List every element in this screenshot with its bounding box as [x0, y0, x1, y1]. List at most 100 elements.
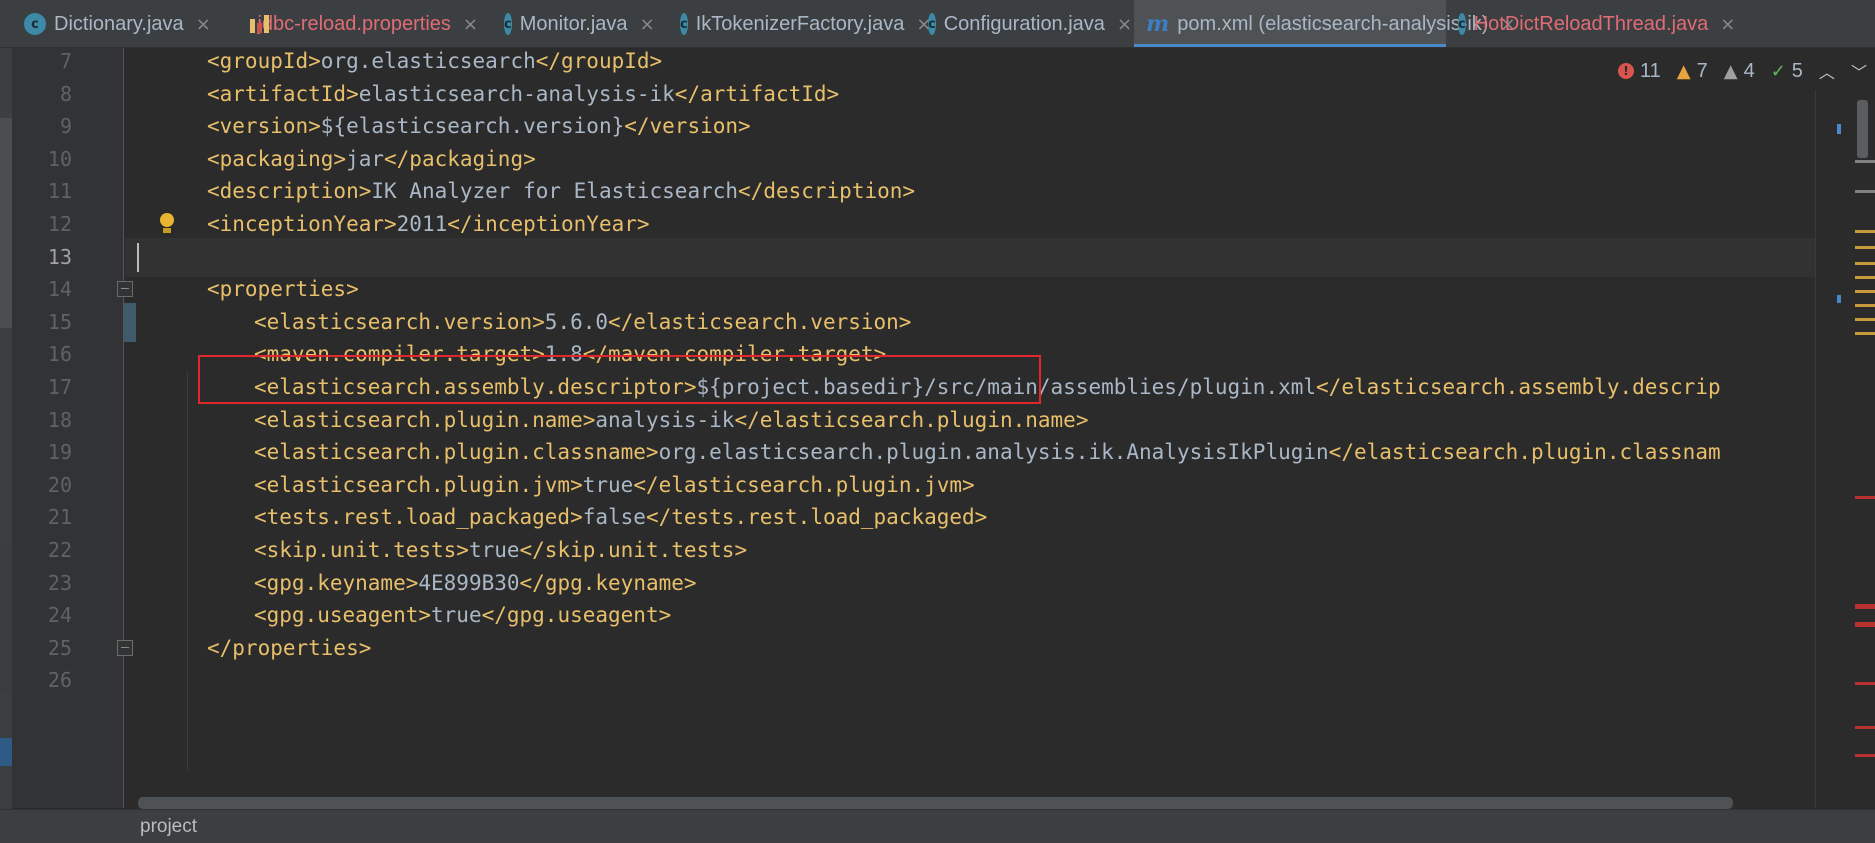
error-icon: !: [1618, 63, 1634, 79]
tab-label: jdbc-reload.properties: [257, 12, 451, 35]
text-caret: [137, 242, 139, 272]
breadcrumb-item-project[interactable]: project: [140, 816, 197, 837]
stripe-mark-warning: [1855, 318, 1875, 321]
xml-text: 4E899B30: [418, 570, 520, 595]
weak-warning-icon: ▲: [1723, 60, 1738, 82]
stripe-mark-warning: [1855, 262, 1875, 265]
class-icon: c: [24, 13, 46, 35]
class-icon: c: [680, 13, 688, 35]
tab-label: IkTokenizerFactory.java: [695, 12, 905, 35]
tab-2[interactable]: c Monitor.java ×: [492, 0, 668, 47]
close-icon[interactable]: ×: [1117, 14, 1132, 35]
tab-0[interactable]: c Dictionary.java ×: [12, 0, 237, 47]
tab-4[interactable]: c Configuration.java ×: [916, 0, 1134, 47]
ok-count[interactable]: ✓ 5: [1771, 60, 1803, 83]
stripe-mark-warning: [1855, 230, 1875, 233]
tab-label: Dictionary.java: [54, 12, 184, 35]
weak-warnings-count[interactable]: ▲ 4: [1724, 60, 1755, 83]
stripe-mark-warning: [1855, 276, 1875, 279]
xml-text: 5.6.0: [544, 309, 609, 334]
class-icon: c: [928, 13, 936, 35]
close-icon[interactable]: ×: [463, 14, 478, 35]
stripe-mark: [1855, 190, 1875, 193]
stripe-mark-change: [1837, 295, 1841, 303]
xml-tag: <elasticsearch.plugin.jvm>: [254, 472, 583, 497]
tool-strip-block: [0, 118, 12, 328]
code-line[interactable]: [125, 661, 1815, 700]
xml-tag: </inceptionYear>: [447, 212, 650, 236]
xml-tag: <elasticsearch.version>: [254, 309, 545, 334]
xml-tag: <gpg.keyname>: [254, 570, 419, 595]
tab-3[interactable]: c IkTokenizerFactory.java ×: [668, 0, 931, 47]
tab-1[interactable]: jdbc-reload.properties ×: [237, 0, 492, 47]
class-icon: c: [504, 13, 512, 35]
inspection-widget[interactable]: ! 11 ▲ 7 ▲ 4 ✓ 5 ︿ ﹀: [1618, 56, 1867, 86]
tab-label: Monitor.java: [519, 12, 628, 35]
tab-5[interactable]: m pom.xml (elasticsearch-analysis-ik) ×: [1134, 0, 1516, 47]
tool-strip-block: [0, 543, 12, 693]
vertical-scrollbar-thumb[interactable]: [1857, 100, 1868, 158]
xml-text: 1.8: [544, 342, 583, 367]
xml-tag: <description>: [207, 179, 372, 204]
line-number-gutter[interactable]: 7 8 9 10 11 12 13 14 15 16 17 18 19 20 21 22 23 24 25 26: [12, 48, 174, 808]
close-icon[interactable]: ×: [196, 14, 211, 35]
xml-text: true: [431, 603, 482, 628]
close-icon[interactable]: ×: [640, 14, 655, 35]
xml-tag: </maven.compiler.target>: [582, 342, 887, 367]
tabbar-spacer: [0, 0, 12, 47]
stripe-mark-error: [1855, 622, 1875, 627]
stripe-mark-warning: [1855, 332, 1875, 335]
xml-text: jar: [346, 146, 385, 171]
stripe-mark-error: [1855, 754, 1875, 757]
xml-tag: </gpg.useagent>: [481, 603, 672, 628]
properties-icon-bar: [250, 19, 255, 33]
xml-tag: </groupId>: [535, 49, 663, 73]
xml-tag: </elasticsearch.plugin.classnam: [1328, 440, 1721, 465]
xml-tag: </tests.rest.load_packaged>: [645, 505, 988, 530]
xml-tag: <packaging>: [207, 146, 347, 171]
xml-tag: <elasticsearch.assembly.descriptor>: [254, 375, 697, 399]
xml-tag: </elasticsearch.plugin.jvm>: [633, 472, 975, 497]
stripe-mark-warning: [1855, 304, 1875, 307]
stripe-mark-error: [1855, 726, 1875, 729]
xml-text: true: [582, 472, 634, 497]
xml-tag: </gpg.keyname>: [519, 570, 697, 595]
left-tool-strip: [0, 48, 12, 843]
tab-6[interactable]: c HotDictReloadThread.java ×: [1446, 0, 1735, 47]
xml-text: org.elasticsearch: [320, 49, 536, 73]
tab-label: Configuration.java: [943, 12, 1105, 35]
close-icon[interactable]: ×: [1720, 14, 1735, 35]
warnings-count-label: 7: [1696, 59, 1708, 82]
errors-count-label: 11: [1640, 59, 1661, 82]
breadcrumb[interactable]: project: [0, 809, 1875, 843]
code-editor[interactable]: <groupId>org.elasticsearch</groupId> <art…: [125, 48, 1815, 798]
chevron-down-icon[interactable]: ﹀: [1851, 59, 1867, 83]
chevron-up-icon[interactable]: ︿: [1819, 59, 1835, 83]
xml-tag: <tests.rest.load_packaged>: [254, 505, 583, 530]
xml-tag: <properties>: [207, 277, 359, 302]
warning-icon: ▲: [1676, 60, 1691, 82]
errors-count[interactable]: ! 11: [1618, 60, 1661, 83]
class-icon: c: [1458, 13, 1466, 35]
weak-warnings-count-label: 4: [1743, 59, 1755, 82]
properties-icon-bar: [264, 15, 269, 33]
error-stripe[interactable]: [1815, 90, 1875, 808]
warnings-count[interactable]: ▲ 7: [1677, 60, 1708, 83]
editor-tab-bar: c Dictionary.java × jdbc-reload.properties ×…: [0, 0, 1875, 48]
tool-strip-selected: [0, 738, 12, 766]
xml-text: org.elasticsearch.plugin.analysis.ik.Ana…: [658, 440, 1329, 465]
xml-text: analysis-ik: [595, 407, 735, 432]
xml-text: 2011: [396, 212, 448, 236]
maven-icon: m: [1146, 11, 1170, 37]
xml-tag: </description>: [738, 179, 916, 204]
xml-tag: <elasticsearch.plugin.name>: [254, 407, 596, 432]
xml-tag: <gpg.useagent>: [254, 603, 432, 628]
xml-tag: </properties>: [207, 635, 372, 660]
xml-text: elasticsearch-analysis-ik: [358, 81, 675, 106]
tab-label: pom.xml (elasticsearch-analysis-ik): [1177, 12, 1489, 35]
xml-text: ${elasticsearch.version}: [320, 114, 625, 139]
xml-tag: </packaging>: [384, 146, 536, 171]
horizontal-scrollbar-thumb[interactable]: [138, 797, 1733, 809]
properties-icon-bar: [257, 23, 262, 33]
stripe-mark-error: [1855, 604, 1875, 609]
